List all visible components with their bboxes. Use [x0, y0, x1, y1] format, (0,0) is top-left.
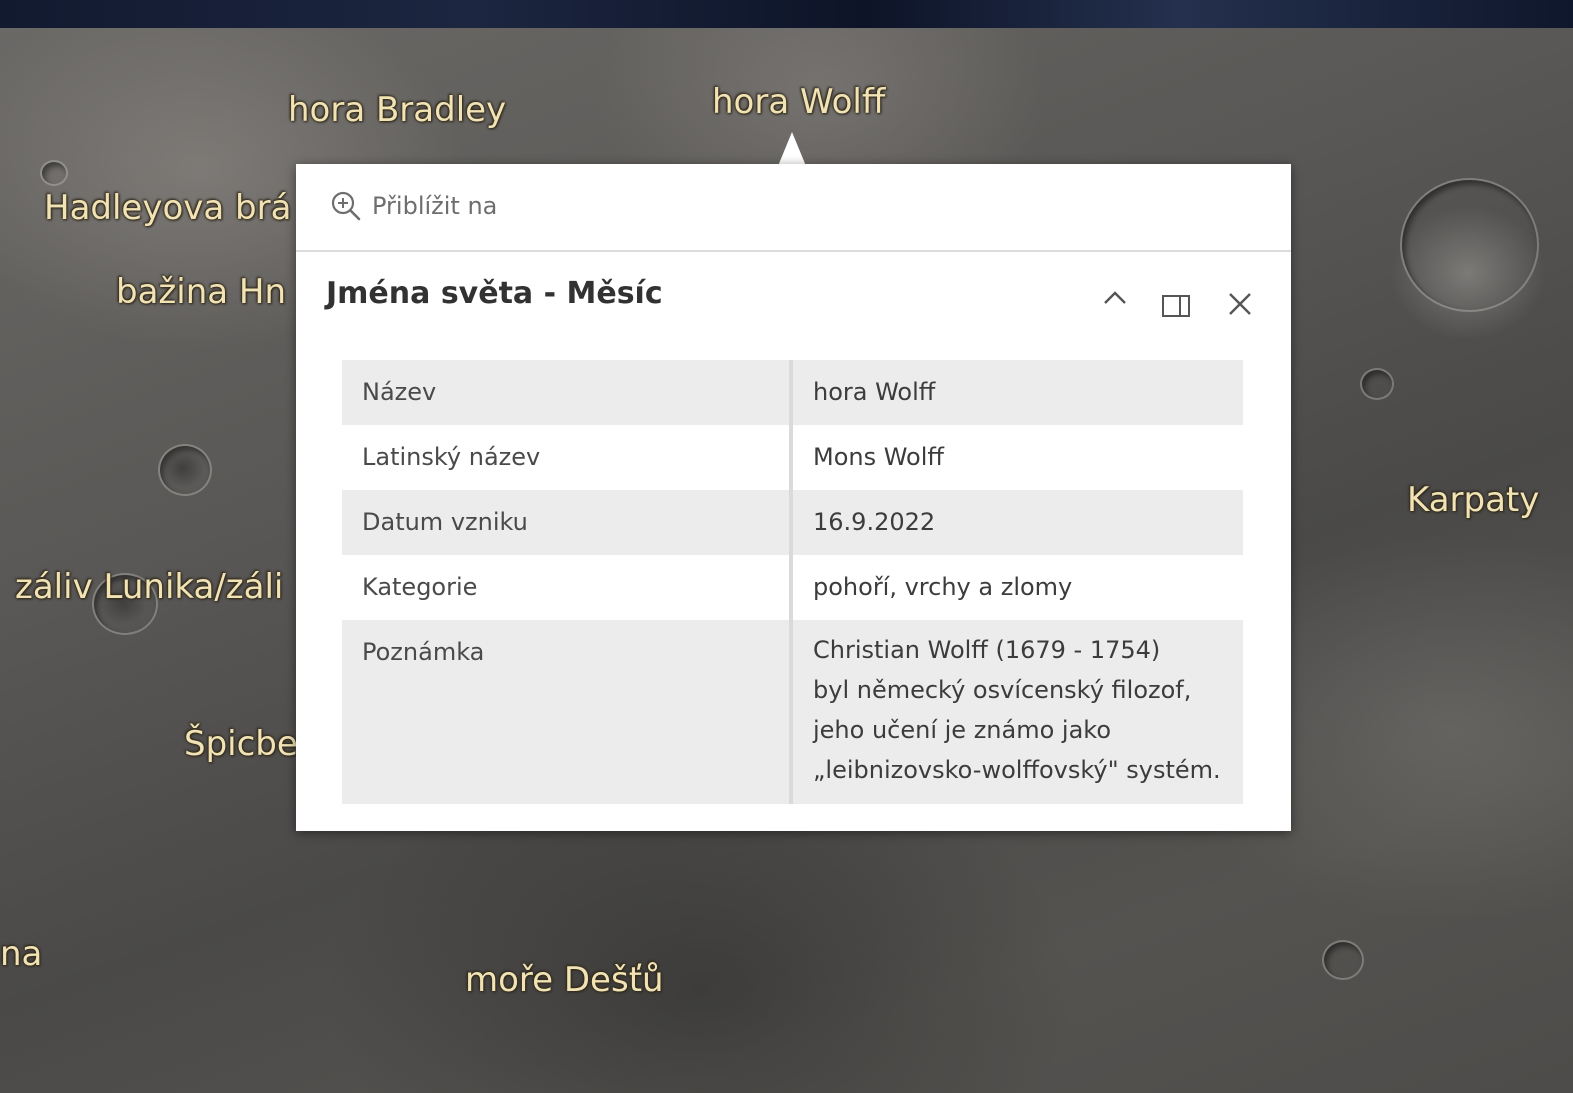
note-line: Christian Wolff (1679 - 1754)	[813, 636, 1161, 664]
map-label-hora-bradley[interactable]: hora Bradley	[288, 90, 506, 130]
field-value: 16.9.2022	[813, 508, 936, 536]
close-icon	[1229, 293, 1251, 315]
field-value-note: Christian Wolff (1679 - 1754) byl německ…	[793, 620, 1243, 804]
map-label-hadleyova[interactable]: Hadleyova brá	[44, 188, 291, 228]
popup-pointer	[778, 132, 806, 166]
field-name: Latinský název	[342, 425, 793, 490]
note-line: jeho učení je známo jako	[813, 716, 1112, 744]
close-button[interactable]	[1218, 282, 1262, 326]
crater	[158, 444, 212, 496]
collapse-button[interactable]	[1093, 276, 1137, 320]
zoom-in-icon	[331, 191, 361, 221]
dock-icon	[1162, 295, 1190, 317]
field-value: pohoří, vrchy a zlomy	[813, 573, 1073, 601]
feature-popup: Přiblížit na Jména světa - Měsíc Název h…	[296, 164, 1291, 831]
table-row: Poznámka Christian Wolff (1679 - 1754) b…	[342, 620, 1243, 804]
field-value: hora Wolff	[813, 378, 936, 406]
popup-header: Jména světa - Měsíc	[296, 264, 1291, 334]
popup-action-bar: Přiblížit na	[296, 164, 1291, 252]
dock-button[interactable]	[1154, 284, 1198, 328]
attribute-table: Název hora Wolff Latinský název Mons Wol…	[342, 360, 1243, 804]
map-label-zaliv[interactable]: záliv Lunika/záli	[15, 567, 283, 607]
field-value: Mons Wolff	[813, 443, 944, 471]
copernicus-crater	[1400, 178, 1539, 312]
map-label-bazina[interactable]: bažina Hn	[116, 272, 286, 312]
map-label-spicbe[interactable]: Špicbe	[184, 724, 298, 764]
crater	[1360, 368, 1394, 400]
chevron-up-icon	[1104, 291, 1126, 304]
space-background	[0, 0, 1573, 28]
table-row: Název hora Wolff	[342, 360, 1243, 425]
map-label-hora-wolff[interactable]: hora Wolff	[712, 82, 885, 122]
zoom-to-label: Přiblížit na	[372, 192, 498, 220]
field-name: Kategorie	[342, 555, 793, 620]
table-row: Kategorie pohoří, vrchy a zlomy	[342, 555, 1243, 620]
field-name: Datum vzniku	[342, 490, 793, 555]
table-row: Datum vzniku 16.9.2022	[342, 490, 1243, 555]
map-label-karpaty[interactable]: Karpaty	[1407, 480, 1539, 520]
map-label-more-destu[interactable]: moře Dešťů	[465, 960, 664, 1000]
field-name: Název	[342, 360, 793, 425]
popup-title: Jména světa - Měsíc	[326, 276, 663, 311]
crater	[1322, 940, 1364, 980]
table-row: Latinský název Mons Wolff	[342, 425, 1243, 490]
crater	[40, 160, 68, 186]
zoom-to-button[interactable]: Přiblížit na	[330, 186, 497, 226]
map-label-na[interactable]: na	[0, 934, 42, 974]
field-name: Poznámka	[342, 620, 793, 804]
note-line: „leibnizovsko-wolffovský" systém.	[813, 756, 1221, 784]
note-line: byl německý osvícenský filozof,	[813, 676, 1192, 704]
